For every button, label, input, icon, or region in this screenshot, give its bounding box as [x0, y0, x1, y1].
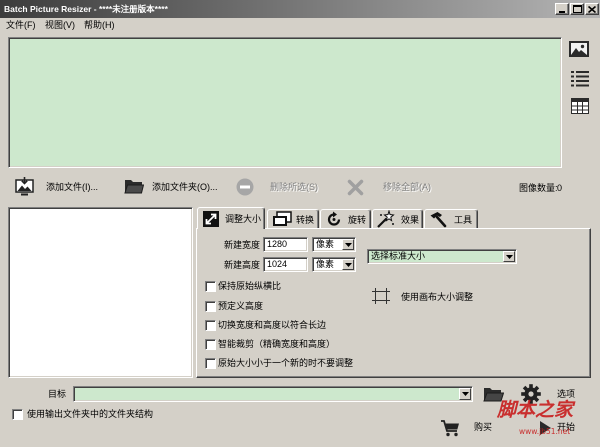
- remove-all-button[interactable]: [347, 179, 364, 196]
- tab-effects-label: 效果: [401, 215, 420, 225]
- preview-panel[interactable]: [8, 207, 193, 378]
- add-files-button[interactable]: [15, 177, 36, 196]
- close-icon: [588, 5, 596, 13]
- new-width-value: 1280: [267, 239, 288, 249]
- resize-icon: [203, 211, 219, 229]
- tab-rotate[interactable]: 旋转: [320, 209, 371, 228]
- remove-selected-icon: [236, 178, 254, 196]
- skip-smaller-checkbox[interactable]: [205, 358, 216, 369]
- height-unit-select[interactable]: 像素: [312, 257, 356, 272]
- tab-convert[interactable]: 转换: [267, 209, 319, 228]
- grid-view-button[interactable]: [571, 98, 589, 114]
- menu-file[interactable]: 文件(F): [6, 19, 36, 31]
- canvas-icon[interactable]: [372, 288, 390, 306]
- image-view-icon: [569, 41, 589, 57]
- tab-resize[interactable]: 调整大小: [197, 207, 265, 229]
- watermark-logo: 脚本之家: [497, 399, 574, 421]
- app-window: Batch Picture Resizer - ****未注册版本**** 文件…: [0, 0, 600, 447]
- image-count-value: 0: [557, 183, 563, 193]
- list-view-icon: [571, 71, 589, 87]
- convert-icon: [272, 211, 292, 229]
- new-height-value: 1024: [267, 259, 288, 269]
- chevron-down-icon[interactable]: [342, 259, 354, 270]
- remove-selected-button[interactable]: [236, 178, 254, 196]
- tab-tools-label: 工具: [454, 215, 473, 225]
- image-count-label: 图像数量:: [519, 183, 558, 193]
- keep-structure-label: 使用输出文件夹中的文件夹结构: [27, 409, 154, 419]
- smart-crop-checkbox[interactable]: [205, 339, 216, 350]
- buy-label[interactable]: 购买: [474, 421, 492, 433]
- add-folder-button[interactable]: [124, 178, 145, 194]
- remove-all-label[interactable]: 移除全部(A): [383, 181, 431, 193]
- window-title: Batch Picture Resizer - ****未注册版本****: [4, 4, 168, 14]
- canvas-resize-label[interactable]: 使用画布大小调整: [401, 291, 473, 303]
- maximize-icon: [572, 5, 582, 13]
- add-folder-label[interactable]: 添加文件夹(O)...: [152, 181, 218, 193]
- tab-rotate-label: 旋转: [348, 215, 367, 225]
- chevron-down-icon[interactable]: [503, 251, 515, 262]
- target-folder-combobox[interactable]: [73, 386, 473, 402]
- watermark-url: www.jb51.net: [519, 427, 571, 436]
- menu-view[interactable]: 视图(V): [45, 19, 75, 31]
- image-view-button[interactable]: [569, 41, 589, 57]
- width-unit-select[interactable]: 像素: [312, 237, 356, 252]
- chevron-down-icon[interactable]: [459, 388, 471, 400]
- swap-long-side-checkbox[interactable]: [205, 320, 216, 331]
- close-button[interactable]: [585, 3, 599, 15]
- new-width-input[interactable]: 1280: [263, 237, 308, 252]
- standard-size-select[interactable]: 选择标准大小: [367, 249, 517, 264]
- tab-tools[interactable]: 工具: [424, 209, 478, 228]
- chevron-down-icon[interactable]: [342, 239, 354, 250]
- list-view-button[interactable]: [571, 70, 589, 87]
- maximize-button[interactable]: [570, 3, 584, 15]
- height-unit-value: 像素: [316, 259, 335, 269]
- minimize-button[interactable]: [555, 3, 569, 15]
- grid-view-icon: [571, 98, 589, 114]
- width-unit-value: 像素: [316, 239, 335, 249]
- tab-effects[interactable]: 效果: [372, 209, 423, 228]
- file-list-area[interactable]: [8, 37, 562, 168]
- effects-icon: [376, 209, 395, 230]
- menu-bar: 文件(F) 视图(V) 帮助(H): [0, 18, 600, 33]
- add-file-icon: [15, 177, 34, 196]
- predefined-height-checkbox[interactable]: [205, 301, 216, 312]
- minimize-icon: [559, 10, 565, 13]
- keep-aspect-checkbox[interactable]: [205, 281, 216, 292]
- standard-size-value: 选择标准大小: [371, 251, 426, 261]
- buy-button[interactable]: [440, 419, 460, 437]
- cart-icon: [441, 420, 459, 437]
- add-folder-icon: [124, 180, 145, 194]
- remove-selected-label[interactable]: 删除所选(S): [270, 181, 318, 193]
- add-files-label[interactable]: 添加文件(I)...: [46, 181, 98, 193]
- rotate-icon: [326, 211, 342, 229]
- target-label: 目标: [48, 389, 67, 399]
- menu-help[interactable]: 帮助(H): [84, 19, 115, 31]
- new-height-input[interactable]: 1024: [263, 257, 308, 272]
- tab-resize-label: 调整大小: [225, 214, 262, 224]
- keep-structure-checkbox[interactable]: [12, 409, 23, 420]
- remove-all-icon: [347, 179, 364, 196]
- tab-convert-label: 转换: [296, 215, 315, 225]
- title-bar: Batch Picture Resizer - ****未注册版本****: [0, 0, 600, 18]
